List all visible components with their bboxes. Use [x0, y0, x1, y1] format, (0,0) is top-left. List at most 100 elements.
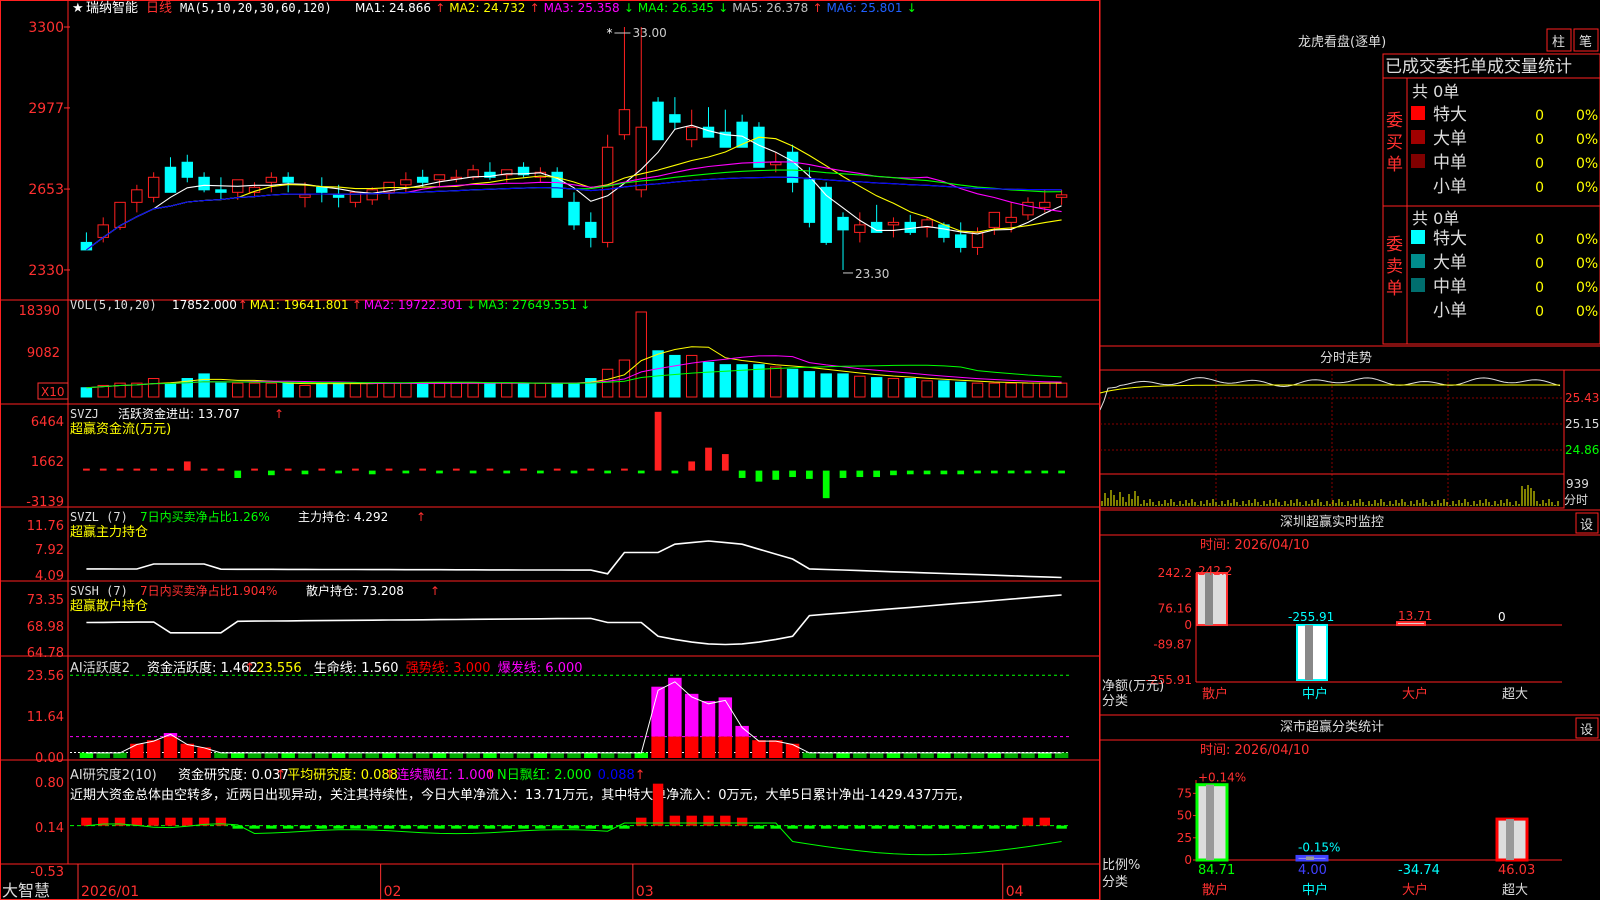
ai2-bar [215, 817, 227, 826]
ai1-bar-strong [718, 736, 733, 758]
svzl-arrow: ↑ [416, 510, 426, 524]
sell-row-name-2: 中单 [1433, 277, 1467, 297]
buy-row-name-1: 大单 [1433, 129, 1467, 149]
svzj-bar [688, 461, 696, 471]
outer-frame [0, 0, 1100, 900]
shenshi-title: 深市超赢分类统计 [1280, 719, 1384, 735]
ai1-bar-strong [668, 736, 682, 758]
candle-body [265, 176, 278, 183]
volume-bar [803, 371, 816, 398]
volume-bar [702, 361, 715, 398]
period-label[interactable]: 日线 [146, 1, 172, 16]
svzj-panel[interactable]: SVZJ 活跃资金进出: 13.707 ↑ 超赢资金流(万元) 6464 166… [26, 406, 1065, 510]
svzj-ylabel-1: 1662 [31, 455, 64, 470]
volume-bar [568, 382, 580, 398]
buy-row-name-2: 中单 [1433, 153, 1467, 173]
shenshi-section[interactable]: 深市超赢分类统计 设 时间: 2026/04/10 75 50 25 0 +0.14%… [1100, 714, 1600, 898]
shenshi-ylabel-3: 0 [1184, 853, 1192, 867]
candle-body [131, 189, 143, 203]
volume-bar [938, 380, 950, 398]
shenshi-axis-label2: 分类 [1102, 875, 1128, 890]
ai2-bar [266, 825, 277, 829]
svsh-panel[interactable]: SVSH (7) 7日内买卖净占比1.904% 散户持仓: 73.208 ↑ 超… [27, 583, 1062, 661]
kline-ylabel-1: 2977 [28, 101, 64, 117]
shenshi-axis-label1: 比例% [1102, 858, 1140, 873]
svzj-bar [267, 470, 275, 476]
svzj-bar [654, 411, 662, 471]
ai2-bar [1039, 817, 1050, 826]
volume-bar [719, 364, 732, 398]
svzj-bar [856, 470, 864, 478]
ai1-bar [483, 752, 497, 758]
volume-bar [282, 382, 294, 398]
svzj-bar [1007, 470, 1015, 474]
ai1-bar-strong [163, 736, 178, 758]
volume-bar [215, 382, 227, 398]
volume-panel[interactable]: VOL(5,10,20) 17852.000 ↑ MA1: 19641.801 ↑ MA… [19, 298, 1068, 400]
longhu-section[interactable]: 龙虎看盘(逐单) 柱 笔 已成交委托单成交量统计 共 0单 共 0单 委买单 委… [1298, 28, 1600, 345]
volume-bar [501, 382, 513, 398]
svzj-bar [873, 470, 881, 478]
ai1-legend-item-3: 强势线: 3.000 [406, 660, 491, 676]
svzl-panel[interactable]: SVZL (7) 7日内买卖净占比1.26% 主力持仓: 4.292 ↑ 超赢主… [27, 509, 1062, 584]
buy-row-swatch-1 [1411, 130, 1425, 144]
vol-legend-arrow-3: ↓ [580, 298, 590, 312]
main-chart-area[interactable]: ★ 瑞纳智能 日线 MA(5,10,20,30,60,120) MA1: 24.… [0, 0, 1100, 900]
sell-row-count-3: 0 [1535, 304, 1544, 320]
shenshi-bottom-label-3: 46.03 [1498, 863, 1535, 878]
fenshi-grid [1100, 370, 1564, 508]
ai2-bar [972, 825, 983, 829]
svzj-bar [251, 468, 258, 471]
ai1-ylabel-1: 11.64 [27, 710, 64, 725]
kline-panel[interactable]: ★ 瑞纳智能 日线 MA(5,10,20,30,60,120) MA1: 24.… [28, 1, 1068, 281]
ai2-bar [905, 825, 916, 829]
svzj-bar [385, 468, 393, 471]
kline-ylabel-0: 3300 [28, 20, 64, 36]
candle-body [147, 176, 160, 198]
panel-frames [0, 0, 1100, 900]
ai1-bar [214, 752, 228, 758]
ai-research-panel[interactable]: AI研究度2(10) 资金研究度: 0.037↑ 平均研究度: 0.088↑ 连续飘… [30, 767, 1070, 880]
fenshi-vol-sub: 分时 [1564, 493, 1588, 507]
candle-body [1039, 201, 1051, 208]
ai1-bar [836, 752, 850, 758]
candle-body [433, 174, 446, 181]
candle-body [601, 146, 614, 243]
ai1-bar [853, 752, 867, 758]
volume-bar [601, 368, 614, 398]
vol-legend-arrow-0: ↑ [238, 298, 248, 312]
ai1-bar [231, 752, 245, 758]
volume-bar [820, 373, 832, 398]
ai1-bar [903, 752, 917, 758]
volume-bar [669, 354, 681, 398]
ai2-legend-arrow-1: ↑ [384, 768, 395, 783]
shenzhen-section[interactable]: 深圳超赢实时监控 设 时间: 2026/04/10 242.2 76.16 0 -89… [1100, 509, 1600, 709]
volume-bar [316, 382, 328, 398]
svzj-bar [116, 468, 124, 471]
shenzhen-value-0: 242.2 [1198, 564, 1232, 578]
sell-row-pct-3: 0% [1576, 304, 1598, 320]
candle-body [971, 231, 984, 248]
ai-activity-panel[interactable]: AI活跃度2 资金活跃度: 1.462↑ 23.556 生命线: 1.560 强势线:… [27, 660, 1070, 766]
shenzhen-bar-shade-1 [1305, 625, 1313, 680]
ai2-bar [501, 825, 512, 829]
svsh-item1: 7日内买卖净占比1.904% [140, 583, 277, 598]
candle-body [416, 176, 429, 183]
volume-bar [1022, 382, 1034, 398]
ai2-bar [367, 825, 378, 829]
volume-bar [433, 382, 446, 398]
vol-legend-item-0: 17852.000 [172, 298, 237, 312]
fenshi-section[interactable]: 分时走势 25.43 25.15 24.86 939 分时 [1100, 345, 1600, 509]
svsh-arrow: ↑ [430, 584, 440, 598]
candle-body [585, 221, 597, 238]
volume-bar [635, 311, 647, 398]
svzj-bar [1041, 470, 1049, 474]
ai1-activity-line [86, 681, 1062, 754]
side-panel[interactable]: 龙虎看盘(逐单) 柱 笔 已成交委托单成交量统计 共 0单 共 0单 委买单 委… [1100, 0, 1600, 900]
ai2-bar [333, 825, 344, 829]
ai1-bar [634, 752, 648, 758]
svzj-sub: 超赢资金流(万元) [70, 421, 171, 437]
sell-row-swatch-2 [1411, 278, 1425, 292]
candlesticks [80, 27, 1068, 270]
sell-row-name-3: 小单 [1433, 301, 1467, 321]
